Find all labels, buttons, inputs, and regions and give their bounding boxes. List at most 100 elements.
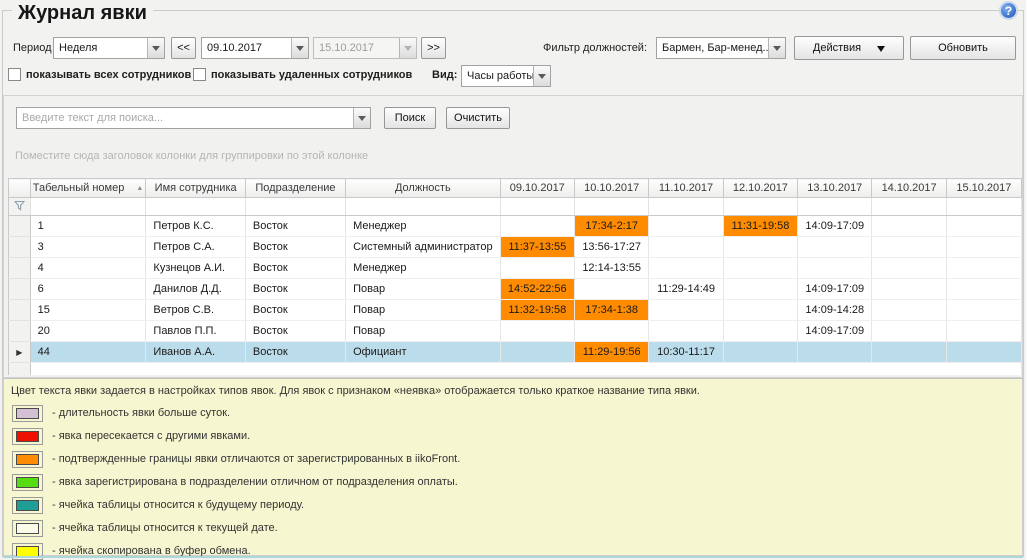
cell-id[interactable]: 44: [30, 342, 146, 363]
table-row[interactable]: ▶44Иванов А.А.ВостокОфициант11:29-19:561…: [9, 342, 1022, 363]
cell-attendance[interactable]: 17:34-1:38: [574, 300, 648, 321]
cell-department[interactable]: Восток: [245, 216, 345, 237]
cell-attendance[interactable]: [872, 237, 946, 258]
cell-attendance[interactable]: 10:30-11:17: [649, 342, 723, 363]
filter-funnel-icon[interactable]: [9, 198, 31, 216]
column-header-date-15.10.2017[interactable]: 15.10.2017: [946, 179, 1021, 198]
show-deleted-checkbox[interactable]: [193, 68, 206, 81]
help-icon[interactable]: ?: [999, 1, 1018, 20]
cell-name[interactable]: Петров С.А.: [146, 237, 245, 258]
column-header-date-13.10.2017[interactable]: 13.10.2017: [798, 179, 872, 198]
prev-period-button[interactable]: <<: [171, 37, 196, 59]
positions-filter-select[interactable]: Бармен, Бар-менед...: [656, 37, 786, 59]
cell-attendance[interactable]: 11:29-19:56: [574, 342, 648, 363]
cell-name[interactable]: Ветров С.В.: [146, 300, 245, 321]
cell-department[interactable]: Восток: [245, 237, 345, 258]
cell-position[interactable]: Повар: [346, 300, 501, 321]
column-header-date-14.10.2017[interactable]: 14.10.2017: [872, 179, 946, 198]
cell-attendance[interactable]: [723, 300, 797, 321]
search-button[interactable]: Поиск: [384, 107, 436, 129]
table-row[interactable]: 15Ветров С.В.ВостокПовар11:32-19:5817:34…: [9, 300, 1022, 321]
cell-attendance[interactable]: [723, 279, 797, 300]
cell-attendance[interactable]: [946, 258, 1021, 279]
column-header-date-11.10.2017[interactable]: 11.10.2017: [649, 179, 723, 198]
cell-id[interactable]: 4: [30, 258, 146, 279]
table-row[interactable]: 1Петров К.С.ВостокМенеджер17:34-2:1711:3…: [9, 216, 1022, 237]
cell-attendance[interactable]: [649, 321, 723, 342]
filter-cell[interactable]: [500, 198, 574, 216]
cell-position[interactable]: Системный администратор: [346, 237, 501, 258]
chevron-down-icon[interactable]: [353, 108, 370, 128]
cell-attendance[interactable]: 14:09-14:28: [798, 300, 872, 321]
cell-attendance[interactable]: 11:37-13:55: [500, 237, 574, 258]
cell-attendance[interactable]: [798, 237, 872, 258]
table-row[interactable]: 3Петров С.А.ВостокСистемный администрато…: [9, 237, 1022, 258]
search-input[interactable]: [17, 108, 353, 128]
filter-cell[interactable]: [872, 198, 946, 216]
cell-department[interactable]: Восток: [245, 258, 345, 279]
cell-attendance[interactable]: 13:56-17:27: [574, 237, 648, 258]
filter-cell[interactable]: [723, 198, 797, 216]
table-row[interactable]: 6Данилов Д.Д.ВостокПовар14:52-22:5611:29…: [9, 279, 1022, 300]
cell-department[interactable]: Восток: [245, 279, 345, 300]
cell-id[interactable]: 15: [30, 300, 146, 321]
filter-cell[interactable]: [798, 198, 872, 216]
cell-attendance[interactable]: [500, 216, 574, 237]
column-header-id[interactable]: Табельный номер▲: [30, 179, 146, 198]
cell-name[interactable]: Кузнецов А.И.: [146, 258, 245, 279]
cell-attendance[interactable]: [574, 321, 648, 342]
cell-position[interactable]: Повар: [346, 321, 501, 342]
filter-cell[interactable]: [346, 198, 501, 216]
column-header-date-12.10.2017[interactable]: 12.10.2017: [723, 179, 797, 198]
cell-attendance[interactable]: 11:29-14:49: [649, 279, 723, 300]
table-row[interactable]: 4Кузнецов А.И.ВостокМенеджер 12:14-13:55: [9, 258, 1022, 279]
show-all-checkbox[interactable]: [8, 68, 21, 81]
cell-attendance[interactable]: [872, 216, 946, 237]
cell-id[interactable]: 20: [30, 321, 146, 342]
cell-attendance[interactable]: 14:09-17:09: [798, 216, 872, 237]
cell-attendance[interactable]: 14:09-17:09: [798, 321, 872, 342]
cell-attendance[interactable]: 17:34-2:17: [574, 216, 648, 237]
cell-attendance[interactable]: [946, 321, 1021, 342]
date-from-select[interactable]: 09.10.2017: [201, 37, 309, 59]
column-header-date-10.10.2017[interactable]: 10.10.2017: [574, 179, 648, 198]
cell-attendance[interactable]: [649, 216, 723, 237]
table-row[interactable]: 20Павлов П.П.ВостокПовар14:09-17:09: [9, 321, 1022, 342]
filter-cell[interactable]: [30, 198, 146, 216]
cell-attendance[interactable]: [723, 321, 797, 342]
cell-department[interactable]: Восток: [245, 321, 345, 342]
cell-attendance[interactable]: [723, 237, 797, 258]
actions-button[interactable]: Действия: [794, 36, 904, 60]
cell-name[interactable]: Иванов А.А.: [146, 342, 245, 363]
refresh-button[interactable]: Обновить: [910, 36, 1016, 60]
view-select[interactable]: Часы работы: [461, 65, 551, 87]
period-select[interactable]: Неделя: [53, 37, 165, 59]
cell-attendance[interactable]: [649, 258, 723, 279]
cell-attendance[interactable]: [946, 342, 1021, 363]
column-header-department[interactable]: Подразделение: [245, 179, 345, 198]
cell-id[interactable]: 6: [30, 279, 146, 300]
cell-attendance[interactable]: [872, 342, 946, 363]
filter-cell[interactable]: [649, 198, 723, 216]
cell-position[interactable]: Менеджер: [346, 258, 501, 279]
cell-attendance[interactable]: [872, 300, 946, 321]
cell-position[interactable]: Менеджер: [346, 216, 501, 237]
cell-attendance[interactable]: [649, 237, 723, 258]
filter-cell[interactable]: [946, 198, 1021, 216]
cell-attendance[interactable]: [872, 258, 946, 279]
column-header-position[interactable]: Должность: [346, 179, 501, 198]
column-header-date-09.10.2017[interactable]: 09.10.2017: [500, 179, 574, 198]
cell-attendance[interactable]: [500, 342, 574, 363]
filter-cell[interactable]: [574, 198, 648, 216]
cell-attendance[interactable]: [500, 258, 574, 279]
cell-attendance[interactable]: 12:14-13:55: [574, 258, 648, 279]
cell-attendance[interactable]: 14:09-17:09: [798, 279, 872, 300]
filter-cell[interactable]: [146, 198, 245, 216]
filter-cell[interactable]: [245, 198, 345, 216]
cell-attendance[interactable]: 11:31-19:58: [723, 216, 797, 237]
cell-attendance[interactable]: [798, 342, 872, 363]
cell-attendance[interactable]: 11:32-19:58: [500, 300, 574, 321]
cell-position[interactable]: Повар: [346, 279, 501, 300]
cell-attendance[interactable]: [798, 258, 872, 279]
cell-attendance[interactable]: [500, 321, 574, 342]
